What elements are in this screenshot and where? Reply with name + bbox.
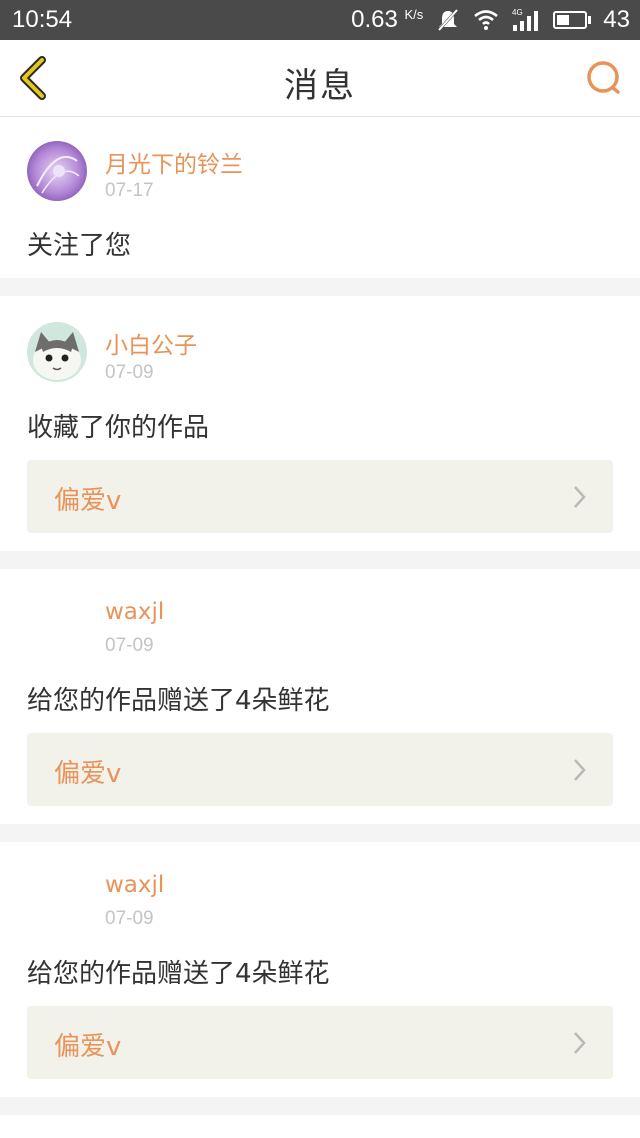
- username[interactable]: 小白公子: [105, 326, 197, 360]
- message-card[interactable]: 月光下的铃兰 07-17 关注了您: [0, 117, 640, 278]
- signal-4g-icon: 4G: [512, 8, 539, 31]
- work-title: 偏爱v: [54, 759, 122, 789]
- message-date: 07-09: [105, 908, 154, 929]
- network-speed-unit: K/s: [404, 7, 424, 22]
- work-link[interactable]: 偏爱v: [27, 733, 613, 806]
- message-card[interactable]: 小白公子 07-09 收藏了你的作品 偏爱v: [0, 296, 640, 551]
- username[interactable]: waxjl: [105, 599, 164, 625]
- battery-icon: [553, 11, 592, 29]
- wifi-icon: [474, 10, 499, 30]
- work-link[interactable]: 偏爱v: [27, 460, 613, 533]
- username[interactable]: 月光下的铃兰: [105, 145, 243, 179]
- avatar[interactable]: [27, 141, 87, 201]
- username[interactable]: waxjl: [105, 872, 164, 898]
- work-link[interactable]: 偏爱v: [27, 1006, 613, 1079]
- battery-level: 43: [603, 6, 630, 33]
- message-text: 给您的作品赠送了4朵鲜花: [27, 686, 330, 716]
- message-card[interactable]: [0, 1115, 640, 1138]
- mute-bell-icon: [438, 8, 459, 32]
- user-avatar-image: [27, 322, 87, 382]
- message-date: 07-17: [105, 180, 154, 201]
- chevron-right-icon: [574, 759, 586, 781]
- work-title: 偏爱v: [54, 1032, 122, 1062]
- status-bar: 10:54 0.63 K/s 4G 43: [0, 0, 640, 40]
- page-title: 消息: [284, 66, 356, 106]
- avatar[interactable]: [27, 322, 87, 382]
- message-card[interactable]: waxjl 07-09 给您的作品赠送了4朵鲜花 偏爱v: [0, 842, 640, 1097]
- network-speed-value: 0.63: [351, 6, 398, 33]
- message-card[interactable]: waxjl 07-09 给您的作品赠送了4朵鲜花 偏爱v: [0, 569, 640, 824]
- status-right: 0.63 K/s 4G 43: [351, 6, 630, 34]
- message-date: 07-09: [105, 362, 154, 383]
- message-text: 收藏了你的作品: [27, 413, 210, 443]
- search-icon[interactable]: [582, 56, 626, 100]
- chevron-right-icon: [574, 1032, 586, 1054]
- status-time: 10:54: [12, 6, 73, 33]
- message-date: 07-09: [105, 635, 154, 656]
- work-title: 偏爱v: [54, 486, 122, 516]
- chevron-right-icon: [574, 486, 586, 508]
- user-avatar-image: [27, 141, 87, 201]
- message-text: 给您的作品赠送了4朵鲜花: [27, 959, 330, 989]
- nav-bar: 消息: [0, 40, 640, 117]
- network-speed: 0.63 K/s: [351, 6, 423, 34]
- network-type: 4G: [512, 8, 523, 17]
- message-text: 关注了您: [27, 231, 132, 261]
